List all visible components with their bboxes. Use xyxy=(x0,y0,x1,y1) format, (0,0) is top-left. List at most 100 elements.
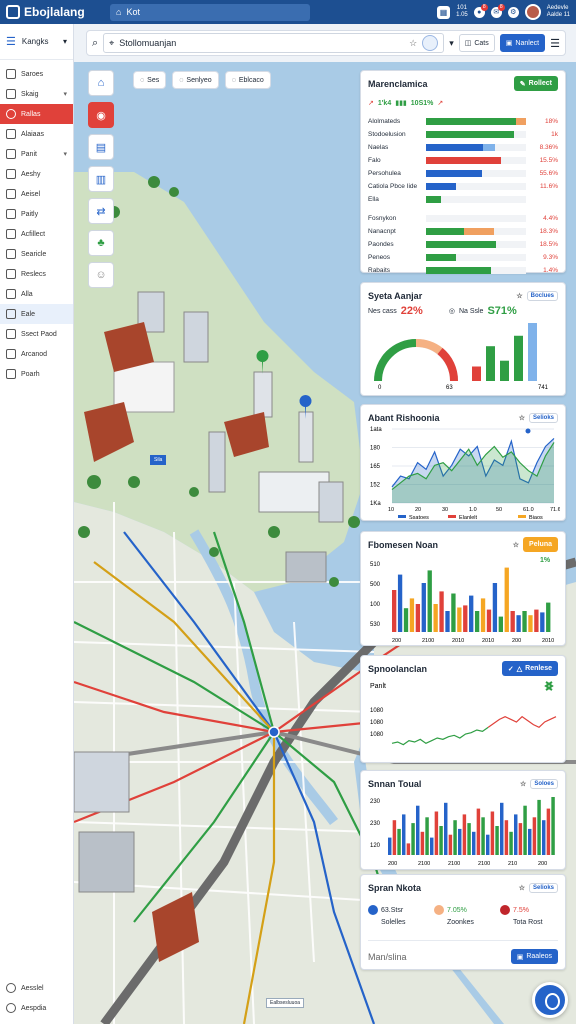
chevron-down-icon[interactable]: ▾ xyxy=(63,90,67,98)
message-icon[interactable]: ✉ 8 xyxy=(490,3,505,18)
sidebar-item[interactable]: Aeshy xyxy=(0,164,73,184)
metric-row[interactable]: Nanacnpt 18.3% xyxy=(368,225,558,238)
sidebar-item-label: Alla xyxy=(21,290,33,298)
sidebar-item[interactable]: Searicle xyxy=(0,244,73,264)
cats-button[interactable]: ◫ Cats xyxy=(458,34,495,52)
sidebar-item[interactable]: Alla xyxy=(0,284,73,304)
panel-tab[interactable]: Soloes xyxy=(530,778,558,789)
sidebar-item[interactable]: Eale xyxy=(0,304,73,324)
nav-icon xyxy=(6,169,16,179)
bar xyxy=(420,831,425,855)
metric-row[interactable]: Catiola Pbce Iide 11.6% xyxy=(368,180,558,193)
settings-icon[interactable]: ⚙ xyxy=(507,6,519,18)
panel-title: Snnan Toual xyxy=(368,778,422,789)
sidebar-item[interactable]: Acfillect xyxy=(0,224,73,244)
buildings-tool-icon[interactable]: ▥ xyxy=(88,166,114,192)
metric-row[interactable]: Rabaits 1.4% xyxy=(368,264,558,277)
search-icon[interactable]: ⌕ xyxy=(92,37,98,50)
panel-tab[interactable]: Selioks xyxy=(528,882,558,893)
star-icon[interactable]: ☆ xyxy=(519,884,525,892)
metric-row[interactable]: Persohulea 55.6% xyxy=(368,167,558,180)
home-tool-icon[interactable]: ⌂ xyxy=(88,70,114,96)
assistant-fab-button[interactable] xyxy=(532,982,568,1018)
panel-tab[interactable]: Boclues xyxy=(526,290,558,301)
user-info[interactable]: Aedevle Aalde 11 xyxy=(547,5,570,19)
calendar-icon[interactable]: ▦ xyxy=(437,5,451,19)
target-icon[interactable] xyxy=(422,35,439,51)
map-chip[interactable]: ◌ Ses xyxy=(133,71,167,89)
nav-icon xyxy=(6,109,16,119)
panel-tab[interactable]: Selioks xyxy=(528,412,558,423)
panel-spran: Spran Nkota ☆ Selioks 63.Stsr Solelles 7.… xyxy=(360,874,566,970)
tree-tool-icon[interactable]: ♣ xyxy=(88,230,114,256)
star-icon[interactable]: ☆ xyxy=(409,38,417,49)
metric-row[interactable]: Falo 15.5% xyxy=(368,154,558,167)
metric-row[interactable]: Fosnykon 4.4% xyxy=(368,212,558,225)
sidebar-item[interactable]: Rallas xyxy=(0,104,73,124)
footer-action-button[interactable]: ▣ Raaleos xyxy=(510,949,558,964)
metric-row[interactable]: Stodoelusion 1k xyxy=(368,128,558,141)
metric-bar xyxy=(426,144,483,151)
top-tab[interactable]: ⌂ Kot xyxy=(110,3,310,21)
map-chip[interactable]: ◌ Senlyeo xyxy=(172,71,219,89)
sidebar-item[interactable]: Panit ▾ xyxy=(0,144,73,164)
sidebar-item-label: Panit xyxy=(21,150,37,158)
metric-row[interactable]: Ella xyxy=(368,193,558,206)
panel-action-button[interactable]: Peluna xyxy=(523,537,558,552)
map-label-station[interactable]: Sila xyxy=(150,455,167,465)
sidebar-header[interactable]: ☰ Kangks ▾ xyxy=(0,24,73,60)
search-input[interactable]: ⌖ Stollomuanjan ☆ xyxy=(103,33,445,53)
sidebar-footer-item[interactable]: Aespdia xyxy=(0,998,74,1018)
doc-icon: ▣ xyxy=(505,40,513,47)
sidebar-item[interactable]: Arcanod xyxy=(0,344,73,364)
panel-marenclamica: Marenclamica ✎ Rollect ↗ 1'k4 ▮▮▮ 10S1% ↗… xyxy=(360,70,566,274)
sidebar-item[interactable]: Paitly xyxy=(0,204,73,224)
people-tool-icon[interactable]: ☺ xyxy=(88,262,114,288)
y-tick: 100 xyxy=(370,602,381,608)
panel-title: Marenclamica xyxy=(368,78,428,89)
metric-track xyxy=(426,228,526,235)
gauge-red xyxy=(437,347,459,382)
chevron-down-icon[interactable]: ▾ xyxy=(449,38,454,49)
metric-row[interactable]: Naelas 8.36% xyxy=(368,141,558,154)
panel-action-button[interactable]: ✓ △ Renlese xyxy=(501,661,558,676)
menu-icon[interactable]: ☰ xyxy=(550,37,560,50)
y-tick: 165 xyxy=(370,464,381,470)
notification-icon[interactable]: ● 8 xyxy=(473,3,488,18)
star-icon[interactable]: ☆ xyxy=(520,780,526,788)
panel-action-button[interactable]: ✎ Rollect xyxy=(513,76,558,91)
panel-title: Abant Rishoonia xyxy=(368,412,440,423)
sidebar-item-label: Skaig xyxy=(21,90,39,98)
transit-tool-icon[interactable]: ⇄ xyxy=(88,198,114,224)
sidebar-item[interactable]: Poarh xyxy=(0,364,73,384)
star-icon[interactable]: ☆ xyxy=(513,541,519,549)
sidebar-item[interactable]: Reslecs xyxy=(0,264,73,284)
metric-row[interactable]: Peneos 9.3% xyxy=(368,251,558,264)
sidebar-item[interactable]: Skaig ▾ xyxy=(0,84,73,104)
chevron-down-icon[interactable]: ▾ xyxy=(63,37,67,46)
sidebar-item[interactable]: Saroes xyxy=(0,64,73,84)
sidebar-footer-item[interactable]: Aesslel xyxy=(0,978,74,998)
metric-row[interactable]: Alolmateds 18% xyxy=(368,115,558,128)
star-icon[interactable]: ☆ xyxy=(516,292,522,300)
sidebar-item-label: Reslecs xyxy=(21,270,46,278)
sidebar-item[interactable]: Alaiaas xyxy=(0,124,73,144)
sidebar-item[interactable]: Ssect Paod xyxy=(0,324,73,344)
series-line-green xyxy=(391,726,489,746)
sidebar-item[interactable]: Aeisel xyxy=(0,184,73,204)
layers-tool-icon[interactable]: ◉ xyxy=(88,102,114,128)
primary-action-button[interactable]: ▣ Nanlect xyxy=(499,34,546,52)
map-label-bottom[interactable]: Ealbsesluuoa xyxy=(266,998,305,1008)
avatar[interactable] xyxy=(524,4,541,20)
chevron-down-icon[interactable]: ▾ xyxy=(63,150,67,158)
sidebar-item-label: Searicle xyxy=(21,250,47,258)
metric-label: Stodoelusion xyxy=(368,131,406,138)
app-brand[interactable]: Ebojlalang xyxy=(6,5,110,19)
stat-label: Tota Rost xyxy=(513,919,543,926)
gauge-max: 63 xyxy=(446,385,453,389)
star-icon[interactable]: ☆ xyxy=(519,414,525,422)
metric-row[interactable]: Paondes 18.5% xyxy=(368,238,558,251)
document-tool-icon[interactable]: ▤ xyxy=(88,134,114,160)
menu-icon[interactable]: ☰ xyxy=(6,35,16,48)
map-chip[interactable]: ◌ Eblcaco xyxy=(224,71,271,89)
